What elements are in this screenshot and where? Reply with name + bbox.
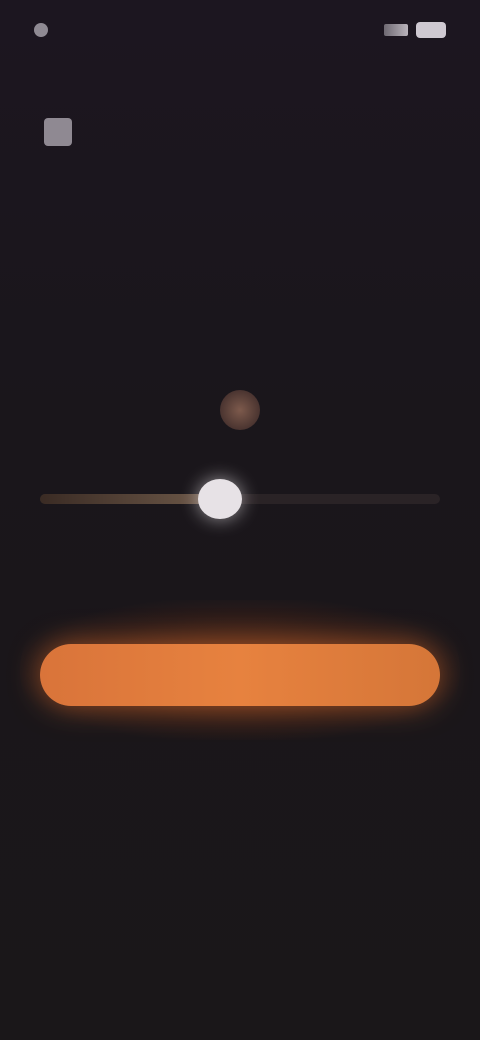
slider-handle[interactable]	[198, 479, 242, 519]
battery-icon	[416, 22, 446, 38]
avatar	[220, 390, 260, 430]
slider-fill	[40, 494, 220, 504]
screen	[0, 0, 480, 1040]
signal-icon	[384, 24, 408, 36]
info-icon	[44, 118, 72, 146]
continue-button[interactable]	[40, 644, 440, 706]
value-slider[interactable]	[40, 470, 440, 530]
notification-icon	[34, 23, 48, 37]
status-right	[384, 22, 446, 38]
status-left	[34, 23, 58, 37]
status-bar	[0, 0, 480, 60]
